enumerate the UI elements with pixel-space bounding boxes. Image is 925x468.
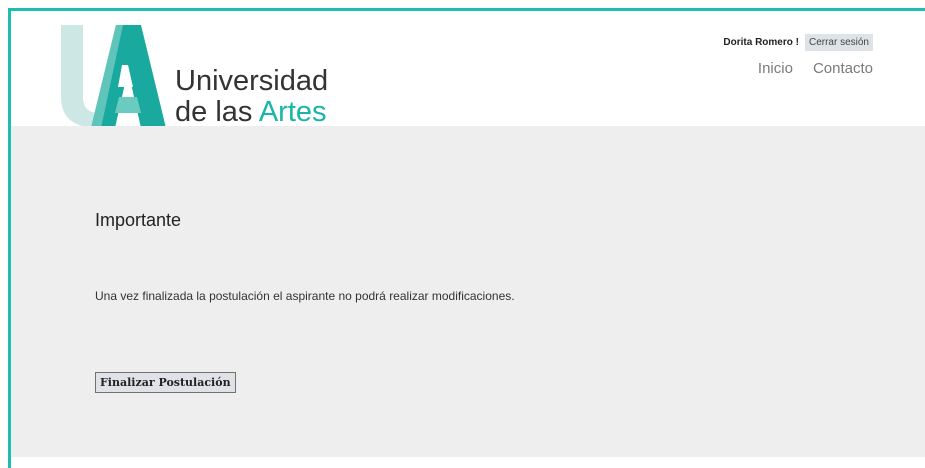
main-content: Importante Una vez finalizada la postula…	[11, 126, 925, 457]
warning-message: Una vez finalizada la postulación el asp…	[95, 289, 515, 303]
main-nav: Inicio Contacto	[758, 60, 873, 77]
nav-item-inicio[interactable]: Inicio	[758, 60, 793, 77]
logo-text-accent: Artes	[258, 96, 327, 128]
logo-text-prefix: de las	[175, 96, 259, 128]
finalize-application-button[interactable]: Finalizar Postulación	[95, 372, 236, 393]
logout-button[interactable]: Cerrar sesión	[804, 34, 873, 51]
logo-text-line1: Universidad	[175, 65, 329, 97]
user-name: Dorita Romero !	[723, 37, 799, 48]
site-header: Universidad de las Artes Dorita Romero !…	[11, 11, 925, 160]
logo-text-line2: de las Artes	[175, 97, 327, 127]
user-bar: Dorita Romero ! Cerrar sesión	[723, 34, 873, 51]
page-title: Importante	[95, 210, 182, 230]
nav-item-contacto[interactable]: Contacto	[813, 60, 873, 77]
